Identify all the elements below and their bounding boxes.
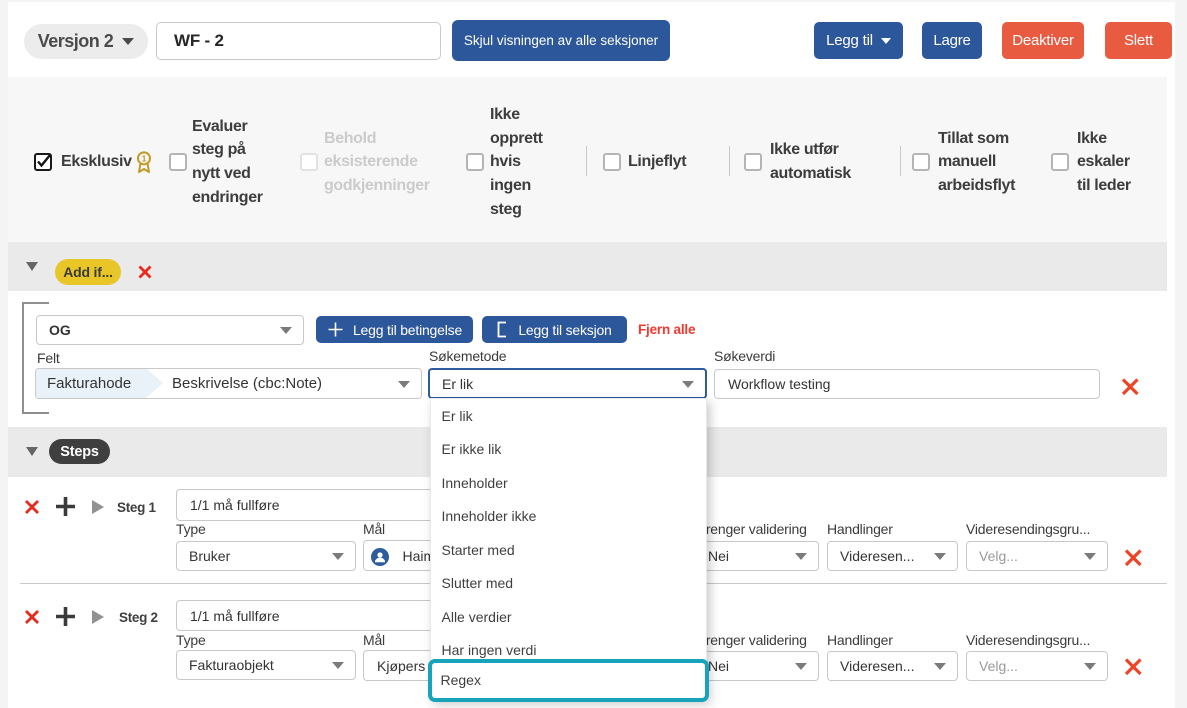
svg-text:1: 1 [142, 153, 147, 163]
